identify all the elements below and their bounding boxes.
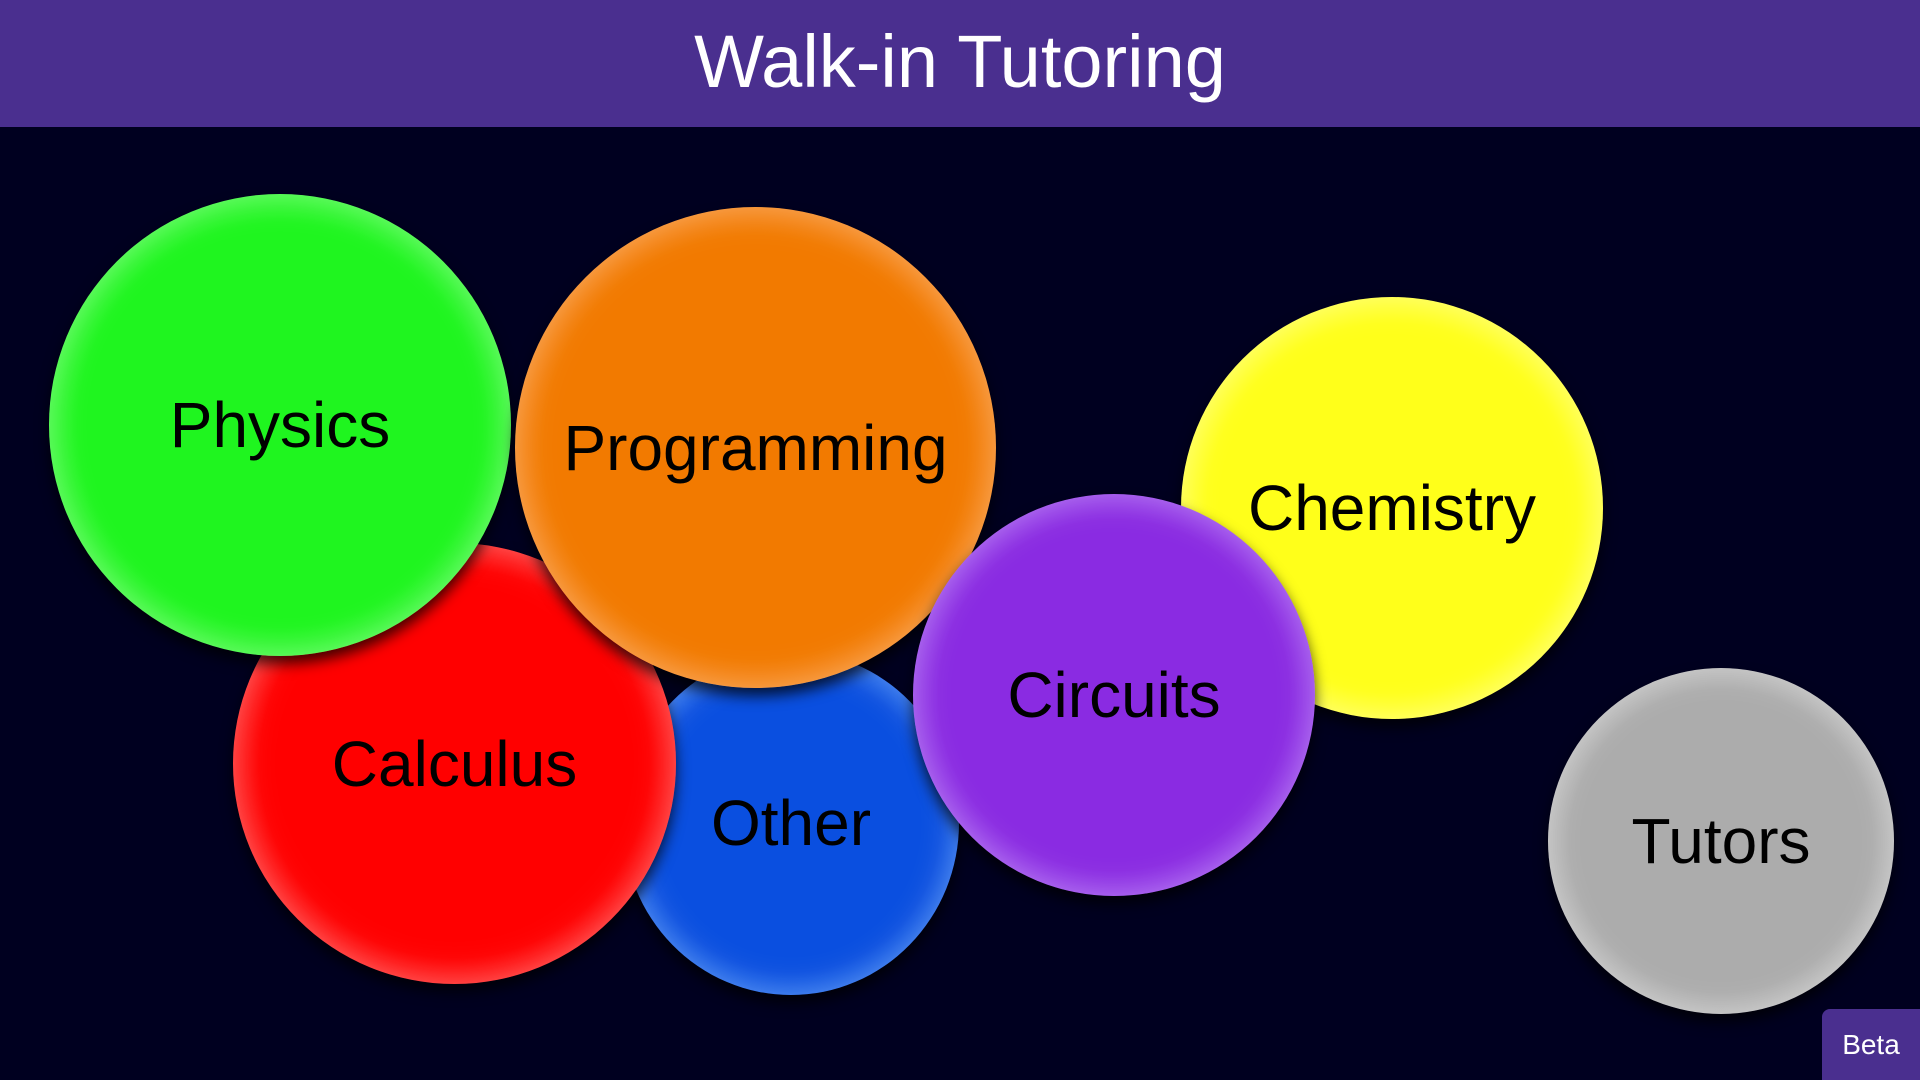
subject-bubbles-area: Other Calculus Physics Programming Chemi…: [0, 127, 1920, 1080]
subject-bubble-other[interactable]: Other: [623, 651, 959, 995]
tutors-bubble[interactable]: Tutors: [1548, 668, 1894, 1014]
subject-label-chemistry: Chemistry: [1247, 472, 1537, 544]
subject-label-other: Other: [710, 787, 872, 859]
beta-button[interactable]: Beta: [1822, 1009, 1920, 1080]
page-title: Walk-in Tutoring: [694, 19, 1226, 103]
subject-label-programming: Programming: [563, 411, 948, 484]
header-bar: Walk-in Tutoring: [0, 0, 1920, 127]
subject-label-physics: Physics: [169, 389, 391, 461]
subject-bubble-programming[interactable]: Programming: [515, 207, 996, 688]
tutors-label: Tutors: [1631, 805, 1811, 877]
subject-label-circuits: Circuits: [1007, 659, 1221, 731]
subject-label-calculus: Calculus: [331, 727, 578, 800]
subject-bubble-physics[interactable]: Physics: [49, 194, 511, 656]
subject-bubble-circuits[interactable]: Circuits: [913, 494, 1315, 896]
